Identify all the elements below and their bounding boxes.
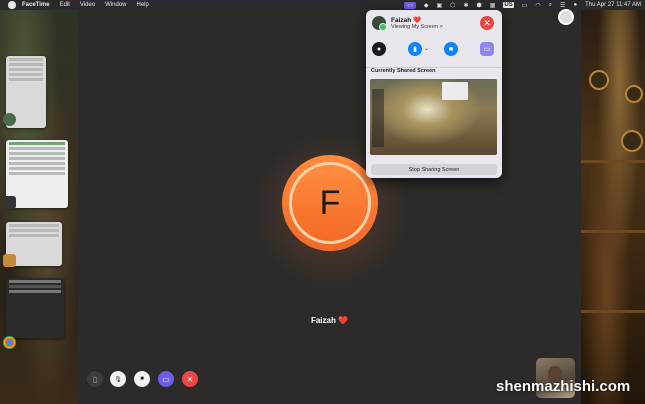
input-source-badge[interactable]: US [503, 2, 514, 8]
end-call-button[interactable]: ✕ [182, 371, 198, 387]
wallpaper-shelf [581, 160, 645, 163]
screen-share-icon: ▭ [483, 46, 491, 53]
menu-facetime[interactable]: FaceTime [22, 2, 50, 8]
close-icon: ✕ [186, 374, 194, 384]
online-status-dot [379, 23, 387, 31]
desktop-wallpaper-right [581, 10, 645, 404]
wallpaper-shelf [581, 310, 645, 313]
menu-bar-extras: ▭ ◆ ▣ ⬡ ✱ ⬢ ▦ US ▭ ◠ ⌕ ☰ ● Thu Apr 27 11… [404, 0, 641, 10]
wifi-icon[interactable]: ◠ [535, 2, 540, 9]
screen-sharing-status-icon[interactable]: ▭ [404, 1, 416, 9]
watermark: shenmazhishi.com [496, 378, 631, 395]
screen-share-icon: ▭ [162, 374, 170, 384]
sidebar-toggle-button[interactable]: ▯ [87, 371, 103, 387]
avatar-initial: F [289, 162, 371, 244]
display-icon[interactable]: ▣ [437, 2, 443, 9]
contact-name: Faizah ❤️ [391, 17, 422, 24]
wallpaper-clock [625, 85, 643, 103]
apple-logo-icon[interactable] [8, 1, 16, 9]
shared-screen-preview[interactable] [370, 79, 497, 155]
sidebar-icon: ▯ [92, 374, 98, 384]
app-icon[interactable] [3, 113, 16, 126]
vpn-icon[interactable]: ⬡ [450, 2, 455, 9]
app-menu-icon[interactable]: ▦ [490, 2, 496, 9]
wallpaper-clock [589, 70, 609, 90]
video-camera-icon: ■ [448, 45, 454, 53]
message-bubble-icon: ● [376, 45, 382, 53]
search-icon[interactable]: ⌕ [549, 2, 552, 9]
menu-help[interactable]: Help [137, 2, 149, 8]
bluetooth-icon[interactable]: ✱ [463, 2, 468, 9]
contact-avatar [372, 16, 387, 31]
chevron-down-icon[interactable]: ⌄ [424, 45, 429, 52]
message-button[interactable]: ● [372, 42, 386, 56]
wallpaper-clock [621, 130, 643, 152]
menu-window[interactable]: Window [105, 2, 126, 8]
battery-icon[interactable]: ▭ [522, 2, 528, 9]
popover-header: Faizah ❤️ Viewing My Screen > ✕ [366, 10, 502, 38]
app-icon[interactable] [3, 254, 16, 267]
close-icon[interactable]: ✕ [480, 16, 494, 30]
microphone-button[interactable]: ▮ [408, 42, 422, 56]
chrome-icon[interactable] [3, 336, 16, 349]
microphone-icon: ▮ [413, 46, 417, 53]
avatar: F [282, 155, 378, 251]
share-screen-button[interactable]: ▭ [158, 371, 174, 387]
menu-clock[interactable]: Thu Apr 27 11:47 AM [585, 2, 641, 8]
siri-icon[interactable]: ● [573, 2, 577, 8]
stop-sharing-button[interactable]: Stop Sharing Screen [371, 164, 497, 175]
mute-button[interactable]: 🎙 [110, 371, 126, 387]
screen-sharing-popover: Faizah ❤️ Viewing My Screen > ✕ ● ▮ ⌄ ■ … [366, 10, 502, 178]
camera-button[interactable]: ■ [134, 371, 150, 387]
preview-window [442, 82, 468, 100]
preview-sidebar [372, 89, 384, 147]
wallpaper-shelf [581, 230, 645, 233]
shared-screen-label: Currently Shared Screen [371, 68, 436, 74]
share-screen-button[interactable]: ▭ [480, 42, 494, 56]
popover-controls: ● ▮ ⌄ ■ ▭ [366, 40, 502, 62]
app-icon[interactable] [3, 196, 16, 209]
app-menu-icon[interactable]: ⬢ [476, 2, 481, 9]
camera-button[interactable]: ■ [444, 42, 458, 56]
stage-thumbnail-window[interactable] [6, 278, 64, 338]
dropbox-icon[interactable]: ◆ [424, 2, 429, 9]
menu-bar: FaceTime Edit Video Window Help ▭ ◆ ▣ ⬡ … [0, 0, 645, 10]
microphone-icon: 🎙 [114, 376, 122, 383]
viewing-status-link[interactable]: Viewing My Screen > [391, 24, 443, 30]
video-camera-icon: ■ [140, 376, 144, 382]
caller-name: Faizah ❤️ [310, 316, 349, 325]
screen-recording-indicator[interactable] [558, 9, 574, 25]
facetime-window: F Faizah ❤️ ▯ 🎙 ■ ▭ ✕ [78, 10, 581, 404]
menu-video[interactable]: Video [80, 2, 95, 8]
control-center-icon[interactable]: ☰ [560, 2, 565, 9]
menu-edit[interactable]: Edit [60, 2, 70, 8]
